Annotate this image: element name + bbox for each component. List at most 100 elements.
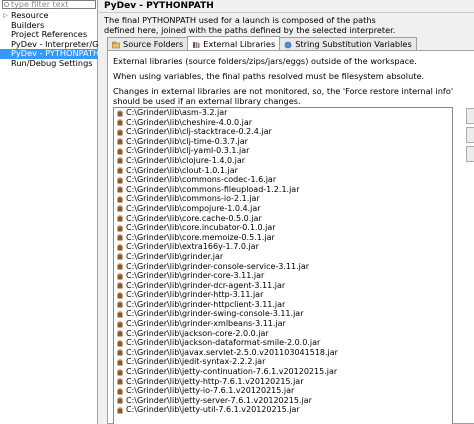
property-page-content: PyDev - PYTHONPATH The final PYTHONPATH … [99, 0, 474, 424]
jar-icon [117, 349, 123, 356]
tree-item[interactable]: PyDev - PYTHONPATH [0, 49, 98, 59]
tree-item[interactable]: Run/Debug Settings [0, 59, 98, 69]
list-item[interactable]: C:\Grinder\lib\jetty-continuation-7.6.1.… [114, 367, 452, 377]
list-item[interactable]: C:\Grinder\lib\javax.servlet-2.5.0.v2011… [114, 348, 452, 358]
list-item[interactable]: C:\Grinder\lib\core.memoize-0.5.1.jar [114, 233, 452, 243]
library-path: C:\Grinder\lib\core.incubator-0.1.0.jar [126, 223, 276, 233]
list-item[interactable]: C:\Grinder\lib\jetty-util-7.6.1.v2012021… [114, 405, 452, 415]
jar-icon [117, 128, 123, 136]
tree-item[interactable]: Builders [0, 21, 98, 31]
jar-icon [117, 292, 123, 299]
list-item[interactable]: C:\Grinder\lib\jetty-http-7.6.1.v2012021… [114, 377, 452, 387]
jar-icon [117, 378, 123, 385]
list-item[interactable]: C:\Grinder\lib\clojure-1.4.0.jar [114, 156, 452, 166]
jar-icon [117, 330, 123, 337]
tree-item-label: Project References [11, 30, 88, 39]
list-item[interactable]: C:\Grinder\lib\grinder.jar [114, 252, 452, 262]
jar-icon [117, 205, 123, 212]
library-path: C:\Grinder\lib\jackson-core-2.0.0.jar [126, 328, 269, 338]
tab-string-substitution-variables[interactable]: String Substitution Variables [279, 37, 417, 50]
filter-input[interactable]: type filter text [2, 0, 96, 9]
library-path: C:\Grinder\lib\asm-3.2.jar [126, 108, 228, 117]
external-libraries-list[interactable]: C:\Grinder\lib\asm-3.2.jar C:\Grinder\lib… [113, 107, 453, 424]
list-item[interactable]: C:\Grinder\lib\jedit-syntax-2.2.2.jar [114, 357, 452, 367]
jar-icon [117, 301, 123, 308]
library-path: C:\Grinder\lib\grinder-console-service-3… [126, 261, 310, 271]
library-path: C:\Grinder\lib\clj-yaml-0.3.1.jar [126, 146, 250, 156]
jar-icon [117, 340, 123, 347]
library-path: C:\Grinder\lib\jetty-http-7.6.1.v2012021… [126, 376, 304, 386]
jar-icon [117, 388, 123, 395]
tree-item[interactable]: Project References [0, 30, 98, 40]
tab-label: Source Folders [123, 39, 184, 49]
monitoring-note-line-1: Changes in external libraries are not mo… [113, 86, 454, 96]
list-item[interactable]: C:\Grinder\lib\grinder-console-service-3… [114, 262, 452, 272]
library-path: C:\Grinder\lib\grinder-swing-console-3.1… [126, 309, 304, 319]
list-item[interactable]: C:\Grinder\lib\core.cache-0.5.0.jar [114, 214, 452, 224]
jar-icon [117, 196, 123, 203]
list-item[interactable]: C:\Grinder\lib\clj-time-0.3.7.jar [114, 137, 452, 147]
library-path: C:\Grinder\lib\grinder.jar [126, 251, 224, 261]
tree-item-label: Resource [11, 11, 49, 20]
list-item[interactable]: C:\Grinder\lib\grinder-core-3.11.jar [114, 271, 452, 281]
add-zip-button[interactable] [466, 127, 474, 143]
list-item[interactable]: C:\Grinder\lib\clj-stacktrace-0.2.4.jar [114, 127, 452, 137]
tab-bar: Source Folders External Libraries String S… [107, 36, 417, 50]
library-path: C:\Grinder\lib\jackson-dataformat-smile-… [126, 338, 321, 348]
list-item[interactable]: C:\Grinder\lib\extra166y-1.7.0.jar [114, 242, 452, 252]
library-path: C:\Grinder\lib\commons-io-2.1.jar [126, 194, 260, 204]
page-title: PyDev - PYTHONPATH [104, 1, 214, 11]
list-item[interactable]: C:\Grinder\lib\commons-codec-1.6.jar [114, 175, 452, 185]
tab-label: String Substitution Variables [295, 39, 412, 49]
list-item[interactable]: C:\Grinder\lib\grinder-swing-console-3.1… [114, 309, 452, 319]
list-item[interactable]: C:\Grinder\lib\jetty-io-7.6.1.v20120215.… [114, 386, 452, 396]
filter-placeholder: type filter text [11, 0, 69, 9]
description-line-2: defined here, joined with the paths defi… [104, 25, 396, 35]
list-item[interactable]: C:\Grinder\lib\cheshire-4.0.0.jar [114, 118, 452, 128]
list-item[interactable]: C:\Grinder\lib\jackson-dataformat-smile-… [114, 338, 452, 348]
expand-arrow-icon[interactable]: ▷ [3, 11, 8, 21]
list-item[interactable]: C:\Grinder\lib\grinder-xmlbeans-3.11.jar [114, 319, 452, 329]
jar-icon [117, 359, 123, 366]
remove-button[interactable] [466, 146, 474, 162]
header-divider [99, 12, 474, 13]
library-path: C:\Grinder\lib\javax.servlet-2.5.0.v2011… [126, 347, 338, 357]
library-path: C:\Grinder\lib\core.memoize-0.5.1.jar [126, 232, 275, 242]
list-item[interactable]: C:\Grinder\lib\commons-io-2.1.jar [114, 194, 452, 204]
library-path: C:\Grinder\lib\compojure-1.0.4.jar [126, 203, 261, 213]
list-item[interactable]: C:\Grinder\lib\commons-fileupload-1.2.1.… [114, 185, 452, 195]
library-path: C:\Grinder\lib\core.cache-0.5.0.jar [126, 213, 262, 223]
page-description: The final PYTHONPATH used for a launch i… [104, 15, 464, 35]
tree-item[interactable]: PyDev - Interpreter/Gramm [0, 40, 98, 50]
list-item[interactable]: C:\Grinder\lib\compojure-1.0.4.jar [114, 204, 452, 214]
jar-icon [117, 138, 123, 145]
library-path: C:\Grinder\lib\jetty-io-7.6.1.v20120215.… [126, 386, 295, 396]
list-item[interactable]: C:\Grinder\lib\clout-1.0.1.jar [114, 166, 452, 176]
list-item[interactable]: C:\Grinder\lib\jackson-core-2.0.0.jar [114, 329, 452, 339]
tab-source-folders[interactable]: Source Folders [107, 37, 189, 50]
library-path: C:\Grinder\lib\grinder-http-3.11.jar [126, 290, 264, 300]
list-item[interactable]: C:\Grinder\lib\grinder-httpclient-3.11.j… [114, 300, 452, 310]
library-path: C:\Grinder\lib\jetty-util-7.6.1.v2012021… [126, 405, 300, 415]
jar-icon [117, 215, 123, 222]
list-item[interactable]: C:\Grinder\lib\grinder-dcr-agent-3.11.ja… [114, 281, 452, 291]
list-item[interactable]: C:\Grinder\lib\clj-yaml-0.3.1.jar [114, 146, 452, 156]
library-path: C:\Grinder\lib\commons-codec-1.6.jar [126, 175, 277, 185]
property-page-tree: ▷ Resource Builders Project References PyDev… [0, 11, 98, 68]
jar-icon [117, 320, 123, 328]
tree-item[interactable]: ▷ Resource [0, 11, 98, 21]
add-library-button[interactable] [466, 108, 474, 124]
tree-item-label: PyDev - PYTHONPATH [11, 49, 98, 58]
jar-icon [117, 253, 123, 260]
jar-icon [117, 368, 123, 376]
jar-icon [117, 234, 123, 241]
jar-icon [117, 407, 123, 414]
list-item[interactable]: C:\Grinder\lib\asm-3.2.jar [114, 108, 452, 118]
list-item[interactable]: C:\Grinder\lib\grinder-http-3.11.jar [114, 290, 452, 300]
tree-item-label: Run/Debug Settings [11, 58, 93, 68]
list-item[interactable]: C:\Grinder\lib\jetty-server-7.6.1.v20120… [114, 396, 452, 406]
library-path: C:\Grinder\lib\jetty-server-7.6.1.v20120… [126, 395, 312, 405]
list-item[interactable]: C:\Grinder\lib\core.incubator-0.1.0.jar [114, 223, 452, 233]
library-path: C:\Grinder\lib\clout-1.0.1.jar [126, 165, 238, 175]
tab-external-libraries[interactable]: External Libraries [187, 36, 281, 50]
